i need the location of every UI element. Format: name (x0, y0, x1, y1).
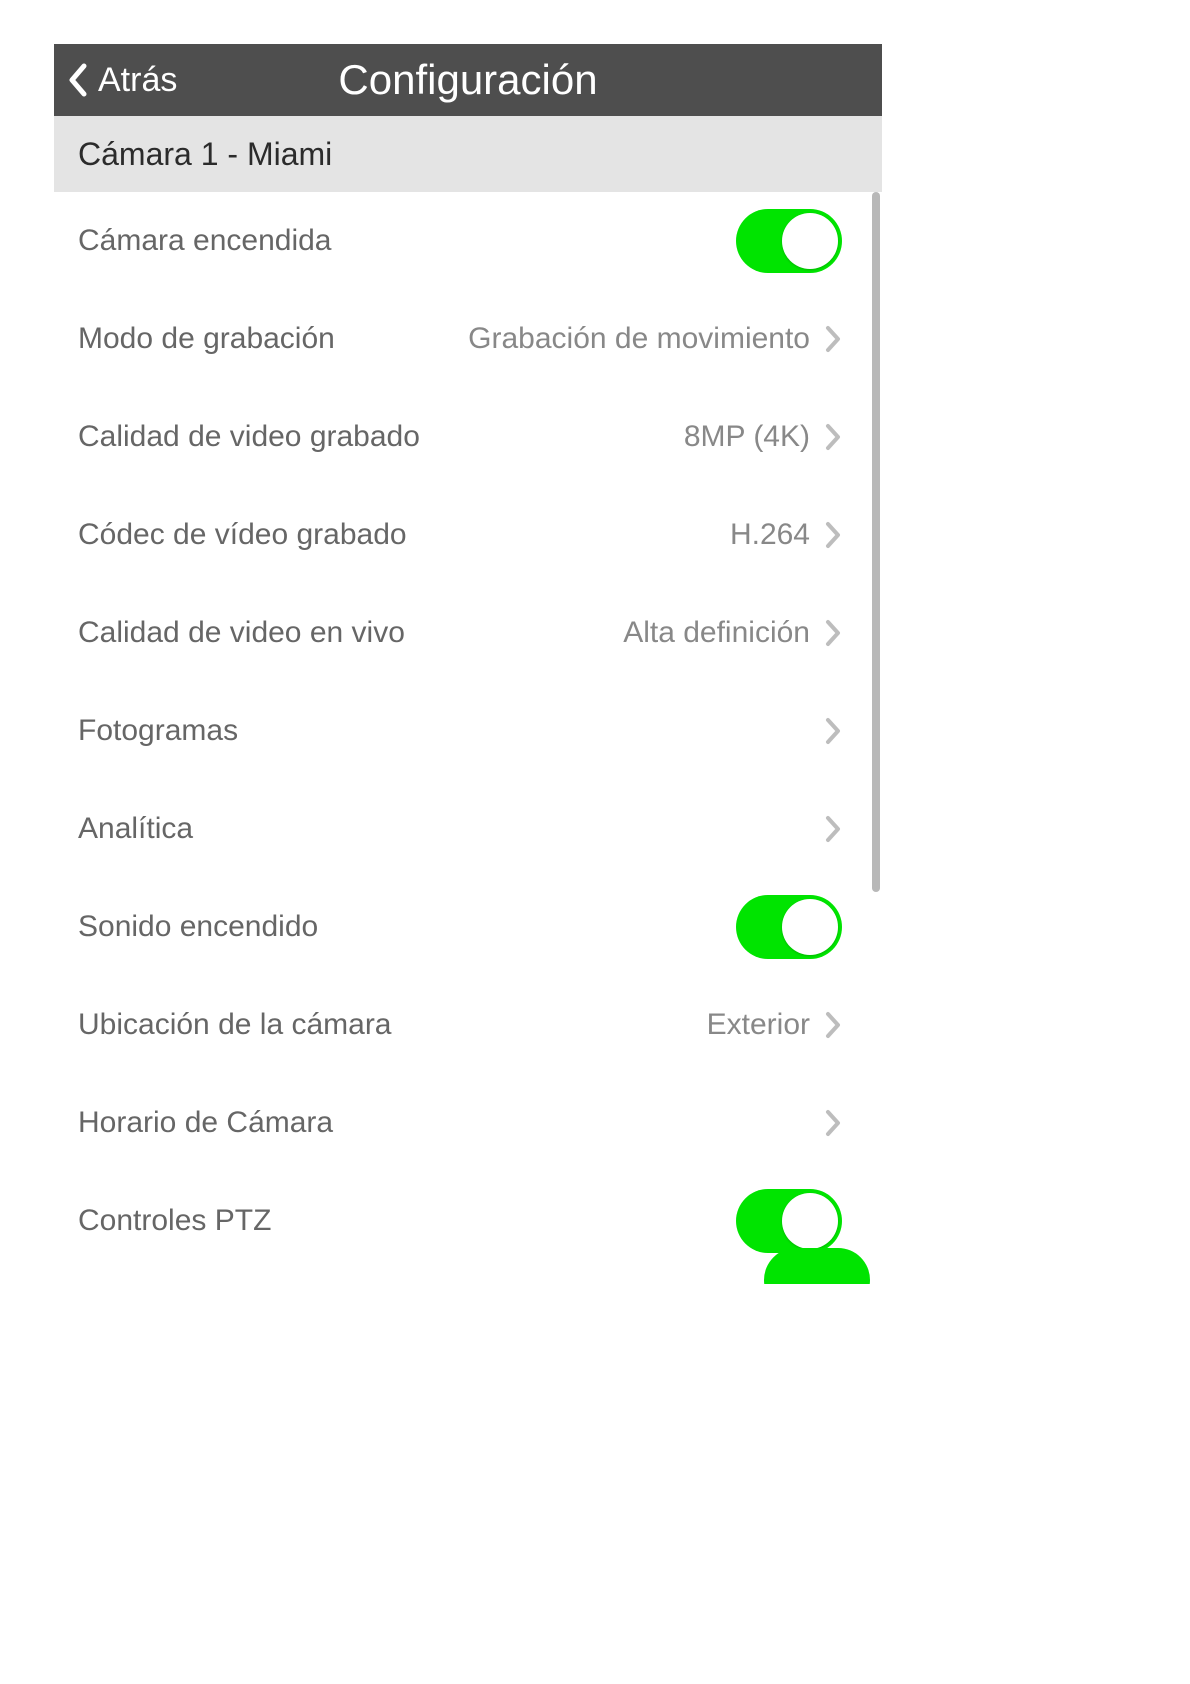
row-label: Códec de vídeo grabado (78, 518, 407, 552)
row-label: Fotogramas (78, 714, 238, 748)
row-camera-location[interactable]: Ubicación de la cámara Exterior (54, 976, 862, 1074)
row-frames[interactable]: Fotogramas (54, 682, 862, 780)
row-analytics[interactable]: Analítica (54, 780, 862, 878)
row-label: Sonido encendido (78, 910, 318, 944)
row-label: Analítica (78, 812, 193, 846)
row-camera-schedule[interactable]: Horario de Cámara (54, 1074, 862, 1172)
row-label: Horario de Cámara (78, 1106, 333, 1140)
toggle-ptz[interactable] (736, 1189, 842, 1253)
toggle-sound-on[interactable] (736, 895, 842, 959)
chevron-right-icon (824, 324, 842, 354)
row-sound-on[interactable]: Sonido encendido (54, 878, 862, 976)
chevron-right-icon (824, 520, 842, 550)
row-value: Alta definición (623, 616, 810, 650)
row-value: Grabación de movimiento (468, 322, 810, 356)
settings-list: Cámara encendida Modo de grabación Graba… (54, 192, 862, 1270)
row-live-quality[interactable]: Calidad de video en vivo Alta definición (54, 584, 862, 682)
section-title: Cámara 1 - Miami (78, 136, 332, 173)
row-recorded-codec[interactable]: Códec de vídeo grabado H.264 (54, 486, 862, 584)
page-title: Configuración (54, 56, 882, 104)
chevron-right-icon (824, 814, 842, 844)
row-label: Calidad de video grabado (78, 420, 420, 454)
header-bar: Atrás Configuración (54, 44, 882, 116)
row-label: Cámara encendida (78, 224, 332, 258)
row-recorded-quality[interactable]: Calidad de video grabado 8MP (4K) (54, 388, 862, 486)
row-camera-on[interactable]: Cámara encendida (54, 192, 862, 290)
row-label: Calidad de video en vivo (78, 616, 405, 650)
settings-screen: Atrás Configuración Cámara 1 - Miami Cám… (54, 44, 882, 1284)
chevron-right-icon (824, 1010, 842, 1040)
back-button[interactable]: Atrás (54, 61, 177, 100)
back-label: Atrás (98, 61, 177, 100)
row-label: Modo de grabación (78, 322, 335, 356)
toggle-camera-on[interactable] (736, 209, 842, 273)
row-label: Controles PTZ (78, 1204, 271, 1238)
chevron-left-icon (68, 63, 88, 97)
scrollbar-vertical[interactable] (872, 192, 880, 892)
settings-scroll-area[interactable]: Cámara encendida Modo de grabación Graba… (54, 192, 882, 1284)
row-value: 8MP (4K) (684, 420, 810, 454)
chevron-right-icon (824, 618, 842, 648)
row-recording-mode[interactable]: Modo de grabación Grabación de movimient… (54, 290, 862, 388)
row-label: Ubicación de la cámara (78, 1008, 392, 1042)
toggle-next-partial[interactable] (764, 1248, 870, 1284)
row-value: H.264 (730, 518, 810, 552)
chevron-right-icon (824, 716, 842, 746)
chevron-right-icon (824, 1108, 842, 1138)
row-value: Exterior (707, 1008, 810, 1042)
row-ptz-controls[interactable]: Controles PTZ (54, 1172, 862, 1270)
section-header: Cámara 1 - Miami (54, 116, 882, 192)
chevron-right-icon (824, 422, 842, 452)
